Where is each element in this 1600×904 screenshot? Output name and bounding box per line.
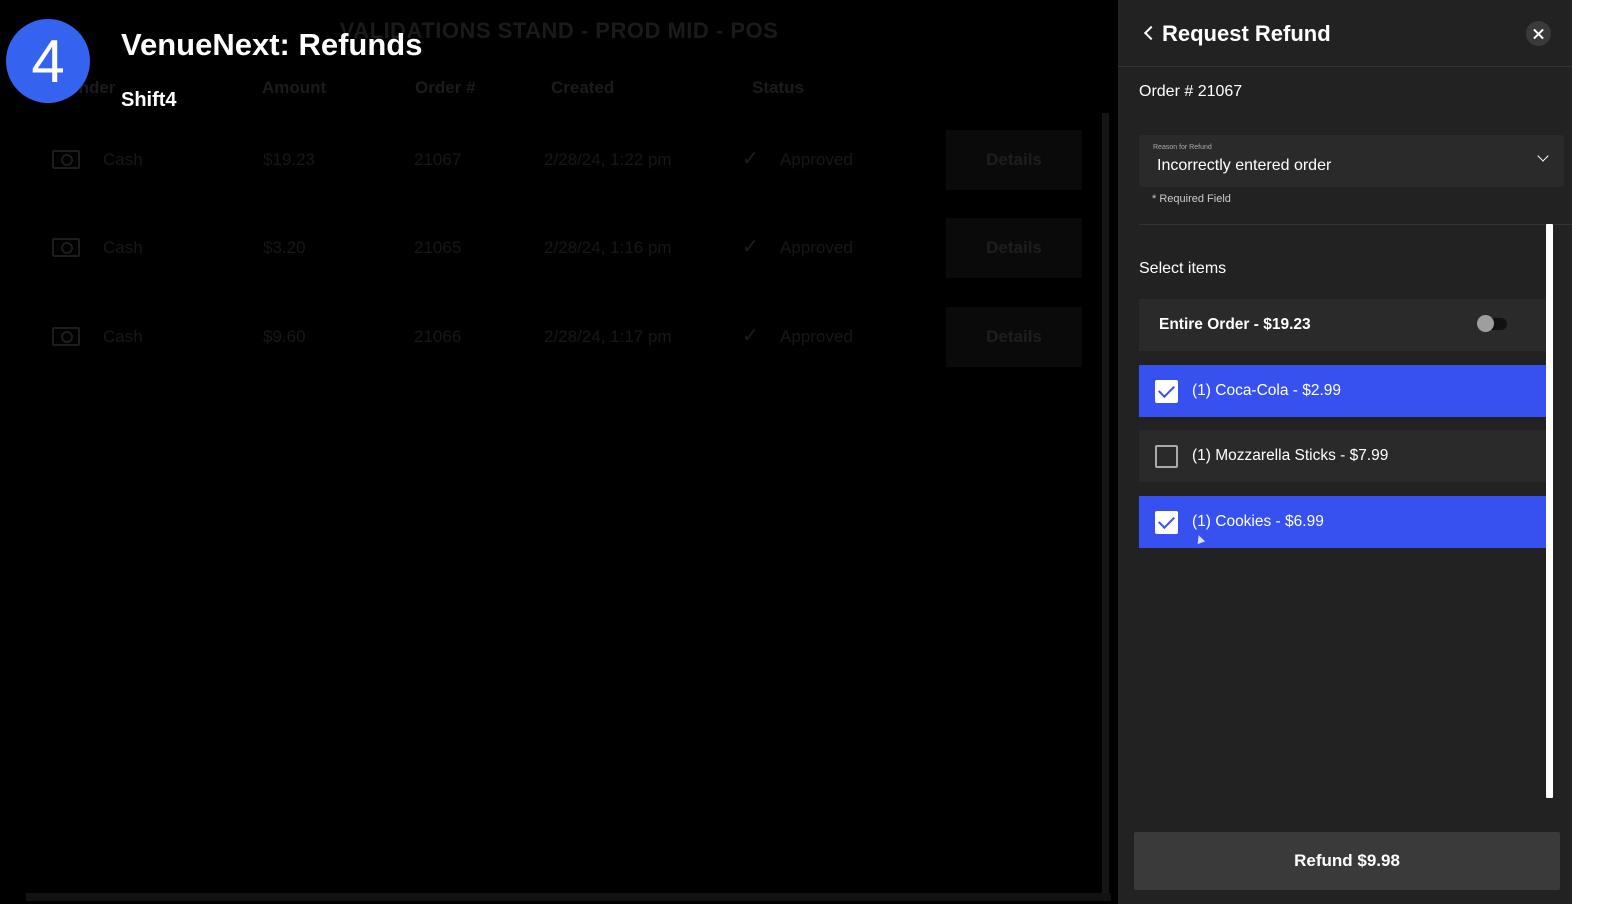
amount-cell: $19.23 [263,150,315,169]
order-number: Order # 21067 [1139,83,1243,100]
refund-button[interactable]: Refund $9.98 [1134,832,1560,890]
divider [1139,224,1572,225]
horizontal-scrollbar[interactable] [26,893,1111,901]
status-cell: Approved [780,238,853,257]
back-chevron-icon[interactable] [1138,22,1160,44]
amount-cell: $9.60 [263,327,306,346]
panel-title: Request Refund [1162,21,1331,46]
toggle-knob [1477,315,1494,332]
close-icon[interactable] [1526,21,1551,46]
reason-field-label: Reason for Refund [1153,144,1212,151]
checkbox-empty-icon[interactable] [1155,445,1178,468]
order-cell: 21065 [414,238,462,257]
order-cell: 21066 [414,327,462,346]
item-label: (1) Coca-Cola - $2.99 [1192,382,1342,399]
created-cell: 2/28/24, 1:22 pm [544,150,672,169]
details-button[interactable]: Details [946,307,1082,367]
amount-cell: $3.20 [263,238,306,257]
check-icon: ✓ [742,325,759,347]
header-created: Created [551,78,615,97]
cash-icon [52,327,80,346]
header-order: Order # [415,78,476,97]
created-cell: 2/28/24, 1:16 pm [544,238,672,257]
details-button[interactable]: Details [946,130,1082,190]
status-cell: Approved [780,327,853,346]
check-icon: ✓ [742,148,759,170]
vertical-scrollbar[interactable] [1102,113,1109,893]
required-field-note: * Required Field [1152,193,1231,205]
created-cell: 2/28/24, 1:17 pm [544,327,672,346]
refund-item-coca-cola[interactable]: (1) Coca-Cola - $2.99 [1139,365,1546,417]
brand-title: VenueNext: Refunds [121,27,423,62]
step-number-badge: 4 [6,19,90,103]
items-scrollbar[interactable] [1546,224,1553,798]
brand-subtitle: Shift4 [121,89,177,111]
header-amount: Amount [262,78,327,97]
header-status: Status [752,78,804,97]
table-row: Cash $19.23 21067 2/28/24, 1:22 pm ✓ App… [0,130,1100,190]
cash-icon [52,150,80,169]
table-row: Cash $3.20 21065 2/28/24, 1:16 pm ✓ Appr… [0,218,1100,278]
reason-value: Incorrectly entered order [1157,157,1332,174]
orders-screen: VALIDATIONS STAND - PROD MID - POS Tende… [0,0,1118,904]
table-row: Cash $9.60 21066 2/28/24, 1:17 pm ✓ Appr… [0,307,1100,367]
details-button[interactable]: Details [946,218,1082,278]
panel-header: Request Refund [1118,0,1572,67]
request-refund-panel: Request Refund Order # 21067 Reason for … [1118,0,1572,904]
refund-item-mozzarella-sticks[interactable]: (1) Mozzarella Sticks - $7.99 [1139,430,1546,482]
entire-order-row[interactable]: Entire Order - $19.23 [1139,299,1546,351]
checkbox-checked-icon[interactable] [1155,511,1178,534]
order-cell: 21067 [414,150,462,169]
checkbox-checked-icon[interactable] [1155,380,1178,403]
item-label: (1) Cookies - $6.99 [1192,513,1324,530]
chevron-down-icon [1537,150,1549,162]
status-cell: Approved [780,150,853,169]
check-icon: ✓ [742,236,759,258]
select-items-label: Select items [1139,260,1227,277]
tender-cell: Cash [103,327,143,346]
reason-for-refund-select[interactable]: Reason for Refund Incorrectly entered or… [1139,135,1564,187]
item-label: (1) Mozzarella Sticks - $7.99 [1192,447,1389,464]
window-edge [1572,0,1600,904]
tender-cell: Cash [103,150,143,169]
cash-icon [52,238,80,257]
entire-order-toggle[interactable] [1477,315,1507,332]
tender-cell: Cash [103,238,143,257]
entire-order-label: Entire Order - $19.23 [1159,316,1311,333]
